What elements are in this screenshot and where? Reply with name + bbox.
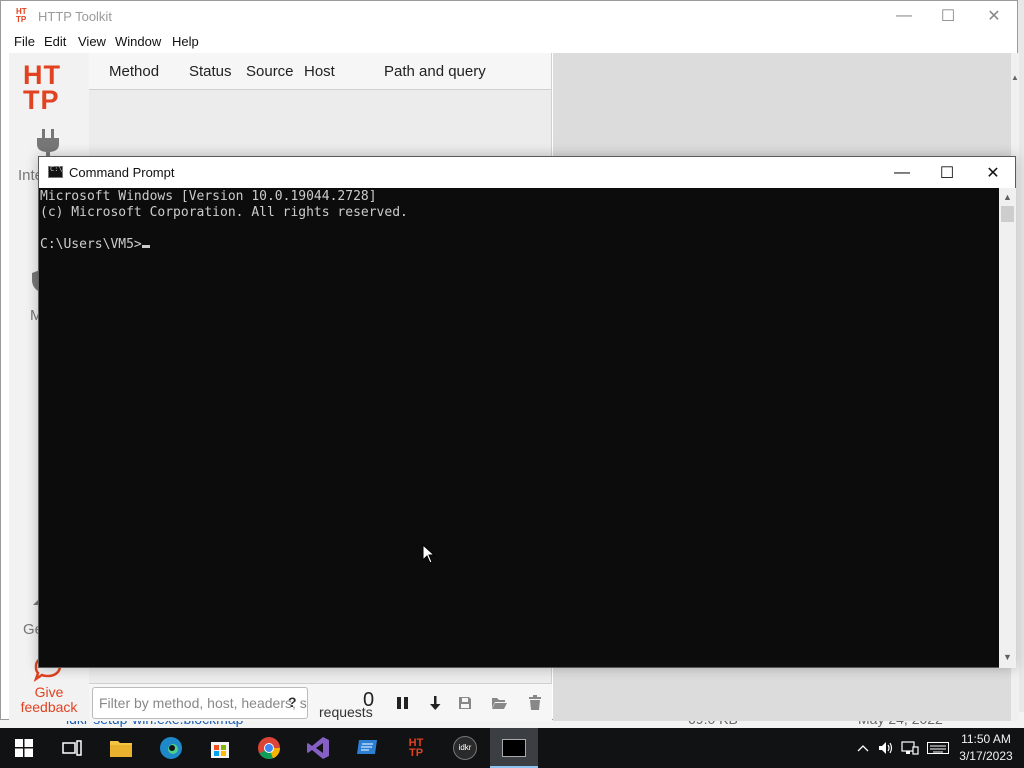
network-icon (901, 741, 919, 755)
taskbar-edge[interactable] (147, 728, 195, 768)
column-path-and-query[interactable]: Path and query (384, 63, 486, 80)
command-prompt-window: Command Prompt — ☐ ✕ Microsoft Windows [… (38, 156, 1016, 668)
cmd-window-title: Command Prompt (69, 165, 175, 180)
console-line: Microsoft Windows [Version 10.0.19044.27… (40, 189, 377, 204)
taskbar-store[interactable] (196, 728, 244, 768)
taskbar-remote-desktop[interactable] (343, 728, 391, 768)
clock-time: 11:50 AM (961, 732, 1011, 746)
text-cursor (141, 245, 150, 248)
menu-help[interactable]: Help (172, 34, 199, 49)
taskbar: HT TP idkr 11:50 AM 3/17/2023 (0, 728, 1024, 768)
toolkit-maximize-button[interactable]: ☐ (925, 1, 971, 31)
task-view-button[interactable] (48, 728, 96, 768)
trash-icon[interactable] (526, 694, 544, 712)
cmd-close-button[interactable]: ✕ (970, 157, 1016, 188)
remote-desktop-icon (357, 740, 377, 754)
column-host[interactable]: Host (304, 63, 335, 80)
system-clock[interactable]: 11:50 AM 3/17/2023 (950, 731, 1022, 765)
toolkit-menubar: File Edit View Window Help (1, 31, 1017, 53)
plug-icon[interactable] (34, 129, 62, 159)
cmd-maximize-button[interactable]: ☐ (924, 157, 970, 188)
filter-input[interactable]: Filter by method, host, headers, s (92, 687, 308, 719)
keyboard-icon (927, 742, 949, 754)
toolkit-app-icon: HT TP (16, 7, 27, 24)
menu-view[interactable]: View (78, 34, 106, 49)
scroll-down-arrow-icon[interactable]: ▼ (1003, 652, 1012, 662)
console-prompt: C:\Users\VM5> (40, 237, 142, 252)
column-status[interactable]: Status (189, 63, 232, 80)
request-list-header: Method Status Source Host Path and query (89, 53, 552, 90)
give-feedback-button[interactable]: Give feedback (9, 685, 89, 715)
taskbar-visual-studio[interactable] (294, 728, 342, 768)
taskbar-idkr[interactable]: idkr (441, 728, 489, 768)
toolkit-minimize-button[interactable]: — (881, 1, 927, 31)
column-method[interactable]: Method (109, 63, 159, 80)
terminal-icon (502, 739, 526, 757)
terminal-icon (48, 165, 63, 178)
feedback-line-1: Give (34, 684, 64, 700)
taskbar-command-prompt[interactable] (490, 728, 538, 768)
keyboard-button[interactable] (924, 728, 952, 768)
request-count-label: requests (319, 704, 373, 720)
toolkit-titlebar[interactable]: HT TP HTTP Toolkit — ☐ ✕ (1, 1, 1017, 31)
console-line: (c) Microsoft Corporation. All rights re… (40, 205, 408, 220)
taskbar-file-explorer[interactable] (97, 728, 145, 768)
save-icon[interactable] (456, 694, 474, 712)
edge-icon (160, 737, 182, 759)
request-list-footer: Filter by method, host, headers, s ? 0 r… (89, 683, 552, 721)
toolkit-window-title: HTTP Toolkit (38, 9, 112, 24)
menu-file[interactable]: File (14, 34, 35, 49)
open-folder-icon[interactable] (490, 694, 508, 712)
scrollbar-thumb[interactable] (1001, 206, 1014, 222)
menu-edit[interactable]: Edit (44, 34, 66, 49)
logo-line-2: TP (23, 85, 60, 115)
show-hidden-icons-button[interactable] (852, 728, 874, 768)
toolkit-close-button[interactable]: ✕ (971, 1, 1017, 31)
column-source[interactable]: Source (246, 63, 294, 80)
filter-help-icon[interactable]: ? (288, 694, 297, 710)
menu-window[interactable]: Window (115, 34, 161, 49)
clock-date: 3/17/2023 (959, 749, 1013, 763)
start-button[interactable] (0, 728, 48, 768)
chrome-icon (258, 737, 281, 760)
feedback-line-2: feedback (20, 699, 78, 715)
taskbar-http-toolkit[interactable]: HT TP (392, 728, 440, 768)
cmd-scrollbar[interactable]: ▲ ▼ (999, 188, 1016, 668)
scroll-to-bottom-icon[interactable] (426, 694, 444, 712)
http-toolkit-logo: HT TP (23, 62, 75, 115)
scroll-up-arrow-icon[interactable]: ▲ (1003, 192, 1012, 202)
taskbar-chrome[interactable] (245, 728, 293, 768)
mouse-pointer-icon (422, 544, 436, 564)
visual-studio-icon (307, 737, 329, 759)
console-prompt-line: C:\Users\VM5> (40, 237, 998, 253)
task-view-icon (62, 740, 82, 756)
chevron-up-icon (857, 745, 869, 752)
speaker-icon (879, 742, 893, 754)
store-icon (211, 742, 229, 758)
volume-button[interactable] (875, 728, 897, 768)
windows-logo-icon (15, 739, 33, 757)
console-output[interactable]: Microsoft Windows [Version 10.0.19044.27… (39, 188, 999, 668)
idkr-icon: idkr (453, 736, 477, 760)
cmd-titlebar[interactable]: Command Prompt — ☐ ✕ (39, 157, 1015, 188)
cmd-minimize-button[interactable]: — (879, 157, 925, 188)
network-button[interactable] (898, 728, 922, 768)
pause-icon[interactable] (394, 694, 412, 712)
http-toolkit-taskbar-icon: HT TP (408, 737, 424, 759)
folder-icon (110, 741, 132, 757)
